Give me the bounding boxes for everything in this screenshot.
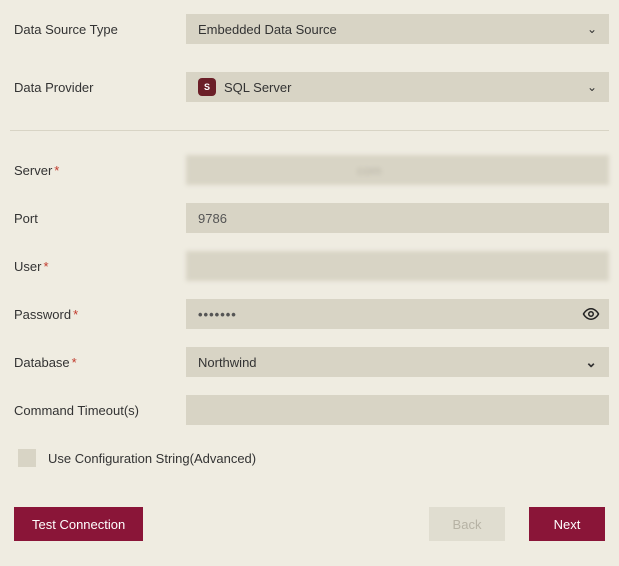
test-connection-button[interactable]: Test Connection <box>14 507 143 541</box>
section-divider <box>10 130 609 131</box>
row-password: Password* <box>10 299 609 329</box>
next-button[interactable]: Next <box>529 507 605 541</box>
chevron-down-icon: ⌄ <box>585 354 597 371</box>
select-database[interactable]: Northwind ⌄ <box>186 347 609 377</box>
select-data-provider-value: SQL Server <box>224 80 291 95</box>
label-user: User* <box>10 259 186 274</box>
label-config-string: Use Configuration String(Advanced) <box>48 451 256 466</box>
select-database-value: Northwind <box>198 355 257 370</box>
select-data-provider[interactable]: S SQL Server ⌄ <box>186 72 609 102</box>
row-config-string: Use Configuration String(Advanced) <box>18 449 609 467</box>
back-button: Back <box>429 507 505 541</box>
user-input[interactable] <box>186 251 609 281</box>
label-database: Database* <box>10 355 186 370</box>
row-data-source-type: Data Source Type Embedded Data Source ⌄ <box>10 14 609 44</box>
password-visibility-toggle[interactable] <box>577 299 605 329</box>
server-input[interactable] <box>186 155 609 185</box>
row-server: Server* <box>10 155 609 185</box>
eye-icon <box>582 305 600 323</box>
footer: Test Connection Back Next <box>10 507 609 541</box>
label-password: Password* <box>10 307 186 322</box>
select-data-source-type-value: Embedded Data Source <box>198 22 337 37</box>
chevron-down-icon: ⌄ <box>587 22 597 36</box>
command-timeout-input[interactable] <box>186 395 609 425</box>
label-server: Server* <box>10 163 186 178</box>
label-data-provider: Data Provider <box>10 80 186 95</box>
sqlserver-icon: S <box>198 78 216 96</box>
row-data-provider: Data Provider S SQL Server ⌄ <box>10 72 609 102</box>
port-input[interactable] <box>186 203 609 233</box>
form-container: Data Source Type Embedded Data Source ⌄ … <box>0 0 619 551</box>
chevron-down-icon: ⌄ <box>587 80 597 94</box>
row-command-timeout: Command Timeout(s) <box>10 395 609 425</box>
row-port: Port <box>10 203 609 233</box>
label-command-timeout: Command Timeout(s) <box>10 403 186 418</box>
label-data-source-type: Data Source Type <box>10 22 186 37</box>
password-input[interactable] <box>186 299 609 329</box>
label-port: Port <box>10 211 186 226</box>
row-database: Database* Northwind ⌄ <box>10 347 609 377</box>
row-user: User* <box>10 251 609 281</box>
config-string-checkbox[interactable] <box>18 449 36 467</box>
select-data-source-type[interactable]: Embedded Data Source ⌄ <box>186 14 609 44</box>
